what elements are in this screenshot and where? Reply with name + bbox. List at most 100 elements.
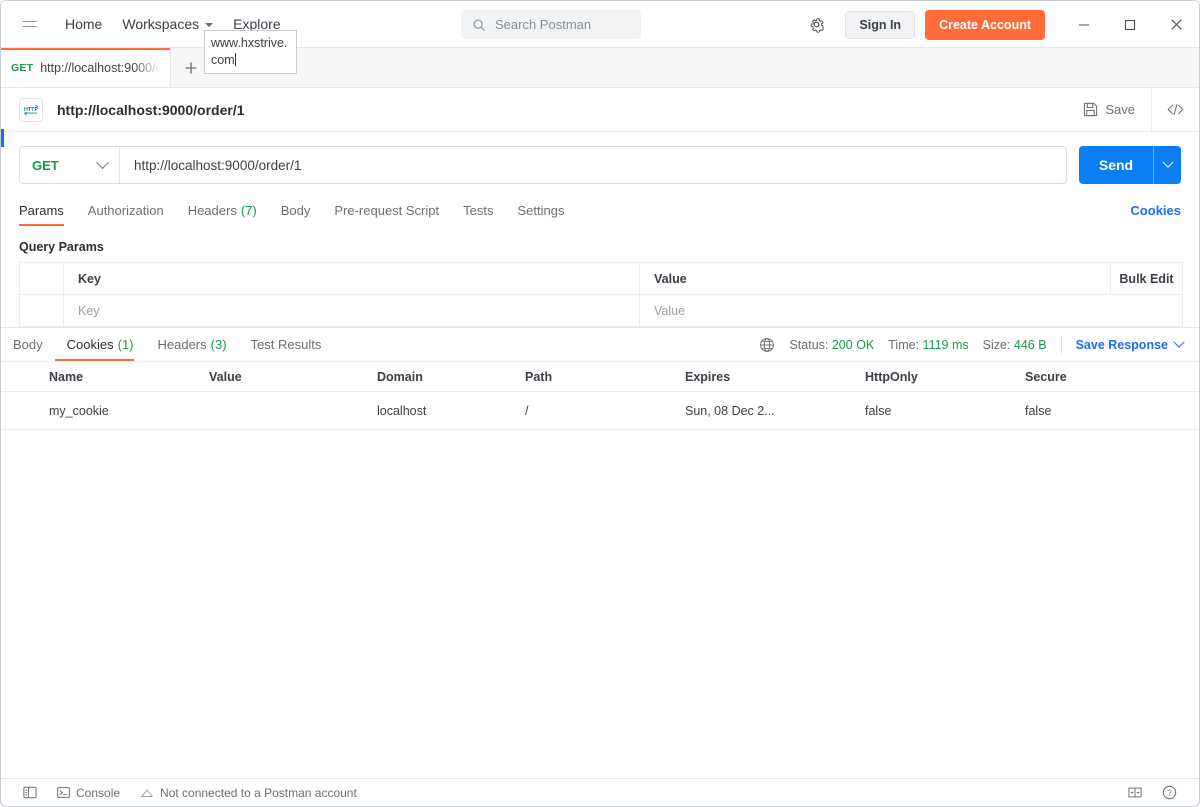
request-tab-title: http://localhost:9000/order/1 xyxy=(40,61,160,75)
select-all-cell xyxy=(20,263,64,294)
save-response-label: Save Response xyxy=(1076,338,1168,352)
cookie-value-editor-text: www.hxstrive.com xyxy=(211,36,287,67)
response-tab-body[interactable]: Body xyxy=(13,329,55,361)
save-button[interactable]: Save xyxy=(1067,95,1151,125)
code-icon[interactable] xyxy=(1151,88,1199,132)
save-button-label: Save xyxy=(1105,102,1135,117)
bulk-edit-button[interactable]: Bulk Edit xyxy=(1110,263,1182,294)
search-icon xyxy=(472,18,486,32)
cell-name: my_cookie xyxy=(1,404,201,418)
query-params-header-row: Key Value Bulk Edit xyxy=(20,263,1182,295)
tab-label: Params xyxy=(19,203,64,218)
size-indicator: Size: 446 B xyxy=(983,338,1047,352)
response-tab-test-results[interactable]: Test Results xyxy=(239,329,334,361)
response-section-tabs: Body Cookies (1) Headers (3) Test Result… xyxy=(1,328,1199,361)
param-key-input[interactable]: Key xyxy=(64,295,640,326)
request-name: http://localhost:9000/order/1 xyxy=(57,102,244,118)
floppy-disk-icon xyxy=(1083,102,1098,117)
svg-text:?: ? xyxy=(1167,789,1172,798)
response-tab-headers[interactable]: Headers (3) xyxy=(146,329,239,361)
column-header-value: Value xyxy=(640,263,1110,294)
method-label: GET xyxy=(32,158,59,173)
status-indicator: Status: 200 OK xyxy=(789,338,874,352)
tab-label: Body xyxy=(281,203,311,218)
tab-headers[interactable]: Headers (7) xyxy=(176,194,269,226)
two-pane-icon[interactable] xyxy=(1118,782,1152,804)
row-checkbox-cell[interactable] xyxy=(20,295,64,326)
cookies-link[interactable]: Cookies xyxy=(1130,203,1181,218)
sign-in-button[interactable]: Sign In xyxy=(845,11,915,39)
cell-expires: Sun, 08 Dec 2... xyxy=(677,404,857,418)
help-circle-icon[interactable]: ? xyxy=(1152,782,1187,804)
send-button-label: Send xyxy=(1099,157,1133,173)
query-params-empty-row: Key Value xyxy=(20,295,1182,327)
close-icon[interactable] xyxy=(1153,1,1199,48)
top-bar-right: Sign In Create Account xyxy=(801,1,1199,48)
table-row[interactable]: my_cookie localhost / Sun, 08 Dec 2... f… xyxy=(1,392,1199,430)
cloud-offline-icon xyxy=(140,787,154,799)
pane-accent-indicator xyxy=(1,129,4,147)
minimize-icon[interactable] xyxy=(1061,1,1107,48)
tab-settings[interactable]: Settings xyxy=(505,194,576,226)
tab-label: Body xyxy=(13,337,43,352)
globe-icon[interactable] xyxy=(759,337,775,353)
tab-label: Cookies xyxy=(67,337,114,352)
nav-item-home[interactable]: Home xyxy=(55,10,112,38)
search-container xyxy=(461,10,641,39)
postman-window: Home Workspaces Explore xyxy=(0,0,1200,807)
maximize-icon[interactable] xyxy=(1107,1,1153,48)
nav-item-label: Workspaces xyxy=(122,16,199,32)
text-cursor xyxy=(235,53,236,66)
status-bar: Console Not connected to a Postman accou… xyxy=(1,778,1199,806)
response-tab-cookies[interactable]: Cookies (1) xyxy=(55,329,146,361)
cookie-value-editor[interactable]: www.hxstrive.com xyxy=(204,30,297,74)
tab-label: Pre-request Script xyxy=(334,203,439,218)
tab-body[interactable]: Body xyxy=(269,194,323,226)
request-tab[interactable]: GET http://localhost:9000/order/1 xyxy=(1,48,171,87)
search-input[interactable] xyxy=(495,17,625,32)
response-body-area xyxy=(1,430,1199,778)
tab-count: (1) xyxy=(118,337,134,352)
send-options-button[interactable] xyxy=(1153,146,1181,184)
gear-icon[interactable] xyxy=(801,10,831,40)
tab-label: Settings xyxy=(517,203,564,218)
tab-count: (7) xyxy=(241,203,257,218)
search-box[interactable] xyxy=(461,10,641,39)
column-header-httponly: HttpOnly xyxy=(857,370,1017,384)
chevron-down-icon xyxy=(205,23,213,27)
tab-count: (3) xyxy=(211,337,227,352)
cell-path: / xyxy=(517,404,677,418)
hamburger-icon[interactable] xyxy=(15,10,43,38)
time-value: 1119 ms xyxy=(923,338,969,352)
column-header-name: Name xyxy=(1,370,201,384)
tab-label: Tests xyxy=(463,203,493,218)
chevron-down-icon xyxy=(1173,336,1184,347)
console-label: Console xyxy=(76,786,120,800)
send-button[interactable]: Send xyxy=(1079,146,1153,184)
request-tab-method: GET xyxy=(11,62,33,74)
method-select[interactable]: GET xyxy=(20,147,120,183)
terminal-icon xyxy=(57,786,70,799)
column-header-domain: Domain xyxy=(369,370,517,384)
cell-httponly: false xyxy=(857,404,1017,418)
param-value-input[interactable]: Value xyxy=(640,295,1110,326)
url-bar: GET Send xyxy=(1,132,1199,194)
chevron-down-icon xyxy=(96,156,109,169)
save-response-button[interactable]: Save Response xyxy=(1076,338,1183,352)
http-protocol-icon: HTTP xyxy=(19,98,43,122)
tab-authorization[interactable]: Authorization xyxy=(76,194,176,226)
tab-pre-request-script[interactable]: Pre-request Script xyxy=(322,194,451,226)
tab-tests[interactable]: Tests xyxy=(451,194,505,226)
request-section-tabs: Params Authorization Headers (7) Body Pr… xyxy=(1,194,1199,226)
url-input[interactable] xyxy=(120,147,1066,183)
cell-secure: false xyxy=(1017,404,1157,418)
column-header-key: Key xyxy=(64,263,640,294)
url-input-group: GET xyxy=(19,146,1067,184)
account-status[interactable]: Not connected to a Postman account xyxy=(130,782,367,804)
tab-params[interactable]: Params xyxy=(19,194,76,226)
sidebar-layout-icon[interactable] xyxy=(13,782,47,804)
column-header-path: Path xyxy=(517,370,677,384)
create-account-button[interactable]: Create Account xyxy=(925,10,1045,40)
console-button[interactable]: Console xyxy=(47,782,130,804)
status-label: Status: xyxy=(789,338,828,352)
